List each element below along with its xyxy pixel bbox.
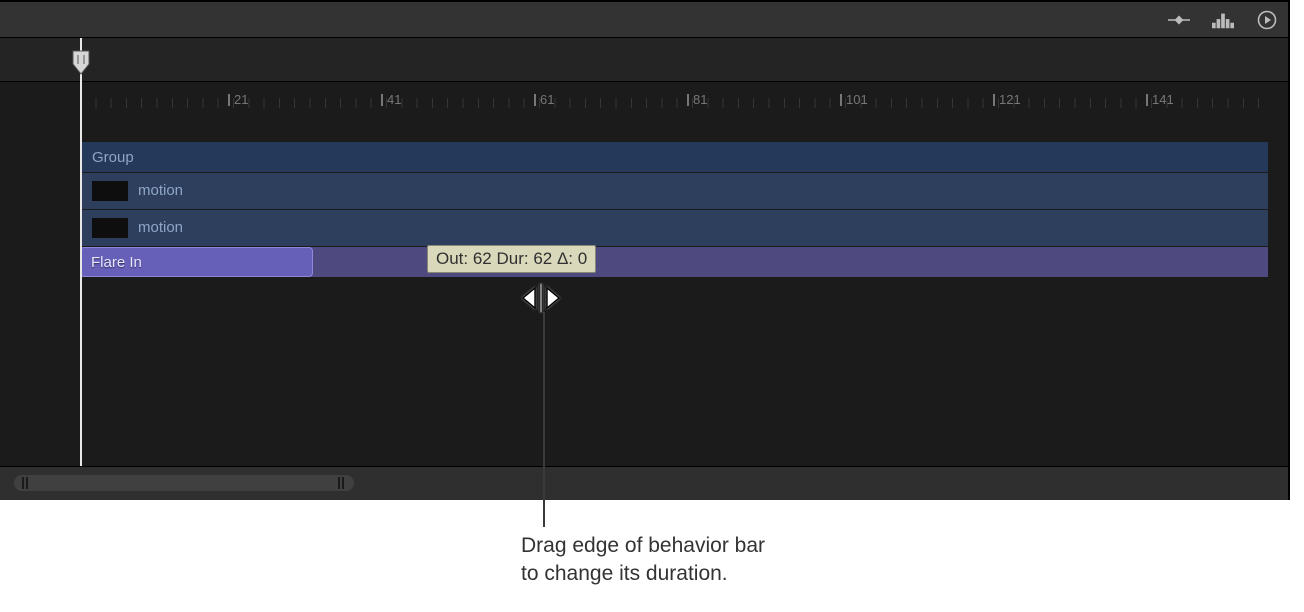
layer-row[interactable]: motion xyxy=(80,173,1268,209)
callout-text: Drag edge of behavior bar to change its … xyxy=(521,532,765,589)
playhead-marker-icon[interactable] xyxy=(72,50,90,76)
trim-tooltip-text: Out: 62 Dur: 62 Δ: 0 xyxy=(436,249,587,268)
behavior-label: Flare In xyxy=(91,254,142,271)
playhead[interactable] xyxy=(80,38,82,466)
timeline-panel: 21416181101121141 Group motion motion xyxy=(0,0,1290,500)
keyframe-editor-icon[interactable] xyxy=(1168,9,1190,31)
layer-label: motion xyxy=(138,219,183,236)
scroll-grip-right-icon[interactable] xyxy=(338,477,346,489)
timeline-ruler[interactable]: 21416181101121141 xyxy=(0,38,1288,82)
scroll-grip-left-icon[interactable] xyxy=(22,477,30,489)
hscroll-thumb[interactable] xyxy=(14,475,354,491)
layer-row[interactable]: motion xyxy=(80,210,1268,246)
behavior-bar[interactable]: Flare In xyxy=(80,247,313,277)
group-bar[interactable]: Group xyxy=(80,142,1268,172)
mini-timeline-icon[interactable] xyxy=(1256,9,1278,31)
trim-cursor-icon[interactable] xyxy=(521,284,561,312)
trim-tooltip: Out: 62 Dur: 62 Δ: 0 xyxy=(427,245,596,273)
callout-leader-line xyxy=(543,312,545,527)
tracks-inner: Group motion motion Flare In xyxy=(80,142,1268,277)
layer-thumbnail xyxy=(92,218,128,238)
layer-label: motion xyxy=(138,182,183,199)
timeline-toolbar xyxy=(0,2,1288,38)
group-label: Group xyxy=(92,149,134,166)
layer-thumbnail xyxy=(92,181,128,201)
tracks-area: Group motion motion Flare In xyxy=(0,82,1288,466)
callout-line2: to change its duration. xyxy=(521,562,728,585)
hscroll-area xyxy=(0,466,1288,500)
audio-timeline-icon[interactable] xyxy=(1212,9,1234,31)
behavior-track: Flare In xyxy=(80,247,1268,277)
callout-line1: Drag edge of behavior bar xyxy=(521,534,765,557)
